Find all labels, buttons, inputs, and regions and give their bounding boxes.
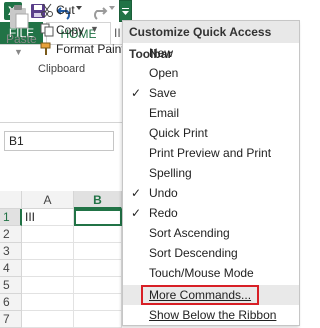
menu-item-redo[interactable]: ✓ Redo [123,203,299,223]
menu-item-label: Undo [149,186,178,200]
row-header-3[interactable]: 3 [0,243,22,260]
cell-b5[interactable] [74,277,122,294]
checkmark-icon: ✓ [131,186,142,200]
highlight-box [141,285,259,305]
copy-icon [40,23,54,37]
menu-item-save[interactable]: ✓ Save [123,83,299,103]
cell-b7[interactable] [74,311,122,328]
menu-item-label: Show Below the Ribbon [149,308,277,322]
cell-a5[interactable] [22,277,74,294]
tab-insert[interactable]: II [114,22,122,44]
row-header-1[interactable]: 1 [0,209,22,226]
cell-a7[interactable] [22,311,74,328]
scissors-icon [41,3,53,17]
menu-item-show-below-ribbon[interactable]: Show Below the Ribbon [123,305,299,325]
cell-a4[interactable] [22,260,74,277]
paste-dropdown-icon[interactable]: ▼ [14,47,23,57]
cell-a6[interactable] [22,294,74,311]
menu-item-undo[interactable]: ✓ Undo [123,183,299,203]
row-header-7[interactable]: 7 [0,311,22,328]
menu-item-label: Quick Print [149,126,208,140]
cell-b6[interactable] [74,294,122,311]
menu-item-label: Email [149,106,180,120]
menu-item-label: Open [149,66,179,80]
menu-item-label: Sort Descending [149,246,238,260]
menu-item-sort-descending[interactable]: Sort Descending [123,243,299,263]
cell-a2[interactable] [22,226,74,243]
menu-item-label: Redo [149,206,178,220]
row-header-6[interactable]: 6 [0,294,22,311]
cell-b3[interactable] [74,243,122,260]
cell-b1-active[interactable] [74,209,122,226]
cell-a3[interactable] [22,243,74,260]
customize-dropdown-icon [122,8,129,15]
menu-item-label: Print Preview and Print [149,146,272,160]
menu-item-label: Spelling [149,166,192,180]
menu-item-open[interactable]: Open [123,63,299,83]
customize-qat-menu: Customize Quick Access Toolbar New Open … [122,20,300,326]
menu-item-quick-print[interactable]: Quick Print [123,123,299,143]
column-header-b[interactable]: B [74,191,122,209]
copy-button[interactable]: Copy [56,23,84,37]
cell-a1[interactable]: III [22,209,74,226]
copy-dropdown-icon[interactable]: ▼ [90,24,99,34]
customize-qat-button[interactable] [119,0,132,22]
name-box[interactable]: B1 [4,131,114,151]
paste-button[interactable]: Paste [6,32,37,46]
redo-icon[interactable] [90,2,108,20]
menu-item-label: New [149,46,174,60]
undo-dropdown-icon[interactable] [76,5,82,11]
menu-item-label: Touch/Mouse Mode [149,266,254,280]
menu-item-print-preview[interactable]: Print Preview and Print [123,143,299,163]
menu-title: Customize Quick Access Toolbar [123,21,299,61]
checkmark-icon: ✓ [131,86,142,100]
row-header-4[interactable]: 4 [0,260,22,277]
menu-item-label: Save [149,86,177,100]
checkmark-icon: ✓ [131,206,142,220]
column-header-a[interactable]: A [22,191,74,209]
paintbrush-icon [40,42,51,55]
cut-button[interactable]: Cut [56,3,75,17]
menu-item-label: Sort Ascending [149,226,230,240]
row-header-2[interactable]: 2 [0,226,22,243]
cell-b2[interactable] [74,226,122,243]
menu-item-sort-ascending[interactable]: Sort Ascending [123,223,299,243]
redo-dropdown-icon[interactable] [109,5,115,11]
clipboard-group-label: Clipboard [38,63,86,75]
paste-icon[interactable] [8,4,30,30]
menu-item-email[interactable]: Email [123,103,299,123]
select-all-corner[interactable] [0,191,22,209]
menu-item-touch-mouse-mode[interactable]: Touch/Mouse Mode [123,263,299,283]
cell-b4[interactable] [74,260,122,277]
row-header-5[interactable]: 5 [0,277,22,294]
menu-item-new[interactable]: New [123,43,299,63]
menu-item-spelling[interactable]: Spelling [123,163,299,183]
